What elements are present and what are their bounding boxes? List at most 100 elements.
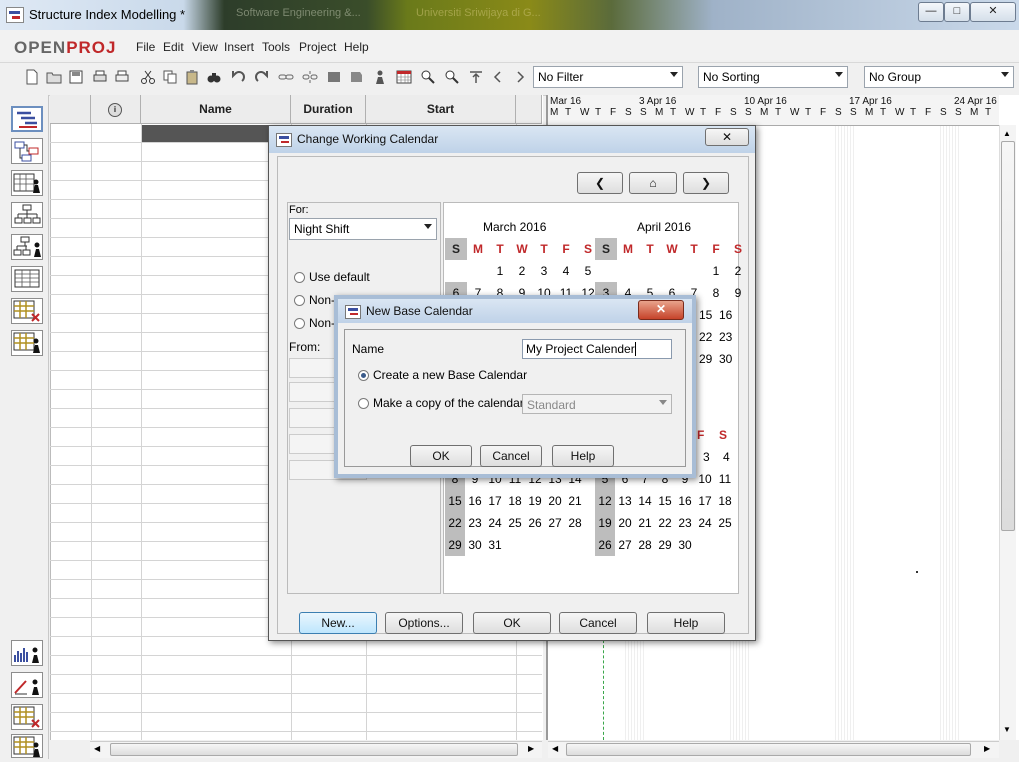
day-cell[interactable]: 8 xyxy=(705,282,727,304)
create-new-radio[interactable] xyxy=(358,370,369,381)
day-cell[interactable] xyxy=(715,534,735,556)
undo-icon[interactable] xyxy=(230,69,246,85)
cut-icon[interactable] xyxy=(140,69,156,85)
day-cell[interactable]: 10 xyxy=(695,468,715,490)
options-button[interactable]: Options... xyxy=(385,612,463,634)
start-column-header[interactable]: Start xyxy=(366,95,516,124)
day-cell[interactable]: 19 xyxy=(525,490,545,512)
day-cell[interactable]: 24 xyxy=(695,512,715,534)
day-cell[interactable]: 20 xyxy=(615,512,635,534)
day-cell[interactable] xyxy=(565,534,585,556)
day-cell[interactable]: 19 xyxy=(595,512,615,534)
scroll-down-arrow-icon[interactable]: ▼ xyxy=(1003,725,1011,734)
day-cell[interactable]: 14 xyxy=(635,490,655,512)
day-cell[interactable] xyxy=(661,260,683,282)
day-cell[interactable]: 23 xyxy=(719,330,732,344)
open-folder-icon[interactable] xyxy=(46,69,62,85)
day-cell[interactable] xyxy=(595,260,617,282)
day-cell[interactable]: 22 xyxy=(699,330,712,344)
day-cell[interactable]: 23 xyxy=(675,512,695,534)
next-arrow-icon[interactable] xyxy=(512,69,528,85)
menu-help[interactable]: Help xyxy=(344,40,369,54)
day-cell[interactable]: 25 xyxy=(715,512,735,534)
day-cell[interactable] xyxy=(545,534,565,556)
menu-edit[interactable]: Edit xyxy=(163,40,184,54)
scrollbar-thumb[interactable] xyxy=(566,743,971,756)
print-icon[interactable] xyxy=(92,69,108,85)
ok-button[interactable]: OK xyxy=(410,445,472,467)
new-calendar-button[interactable]: New... xyxy=(299,612,377,634)
day-cell[interactable]: 20 xyxy=(545,490,565,512)
day-cell[interactable] xyxy=(683,260,705,282)
background-tab-1[interactable]: Software Engineering &... xyxy=(236,7,361,19)
notes-icon[interactable] xyxy=(348,69,364,85)
cancel-button[interactable]: Cancel xyxy=(480,445,542,467)
day-cell[interactable]: 15 xyxy=(699,308,712,322)
scroll-right-arrow-icon[interactable]: ▶ xyxy=(528,744,534,753)
non-default-radio[interactable] xyxy=(294,318,305,329)
day-cell[interactable] xyxy=(695,534,715,556)
help-button[interactable]: Help xyxy=(552,445,614,467)
link-icon[interactable] xyxy=(278,69,294,85)
filter-select[interactable]: No Filter xyxy=(533,66,683,88)
day-cell[interactable]: 11 xyxy=(715,468,735,490)
gantt-horizontal-scrollbar[interactable]: ◀ ▶ xyxy=(548,741,999,758)
assign-resources-icon[interactable] xyxy=(372,69,388,85)
day-cell[interactable]: 16 xyxy=(465,490,485,512)
menu-view[interactable]: View xyxy=(192,40,218,54)
save-icon[interactable] xyxy=(68,69,84,85)
copy-calendar-select[interactable]: Standard xyxy=(522,394,672,414)
close-button[interactable]: ✕ xyxy=(970,2,1016,22)
scroll-to-task-icon[interactable] xyxy=(468,69,484,85)
resource-sheet-view-icon[interactable] xyxy=(11,170,43,196)
day-cell[interactable]: 12 xyxy=(595,490,615,512)
day-cell[interactable]: 16 xyxy=(675,490,695,512)
day-cell[interactable]: 3 xyxy=(703,450,710,464)
ok-button[interactable]: OK xyxy=(473,612,551,634)
day-cell[interactable]: 29 xyxy=(699,352,712,366)
unlink-icon[interactable] xyxy=(302,69,318,85)
day-cell[interactable] xyxy=(617,260,639,282)
calendar-name-input[interactable]: My Project Calender xyxy=(522,339,672,359)
day-cell[interactable]: 18 xyxy=(505,490,525,512)
minimize-button[interactable]: — xyxy=(918,2,944,22)
cancel-button[interactable]: Cancel xyxy=(559,612,637,634)
menu-project[interactable]: Project xyxy=(299,40,336,54)
maximize-button[interactable]: □ xyxy=(944,2,970,22)
dialog-close-button[interactable]: ✕ xyxy=(705,128,749,146)
day-cell[interactable] xyxy=(639,260,661,282)
day-cell[interactable]: 15 xyxy=(655,490,675,512)
previous-arrow-icon[interactable] xyxy=(490,69,506,85)
gantt-vertical-scrollbar[interactable]: ▲ ▼ xyxy=(999,125,1016,740)
scroll-right-arrow-icon[interactable]: ▶ xyxy=(984,744,990,753)
use-default-radio[interactable] xyxy=(294,272,305,283)
day-cell[interactable]: 30 xyxy=(719,352,732,366)
rbs-view-icon[interactable] xyxy=(11,234,43,260)
task-sheet-view-icon[interactable] xyxy=(11,266,43,292)
wbs-view-icon[interactable] xyxy=(11,202,43,228)
scrollbar-thumb[interactable] xyxy=(1001,141,1015,531)
zoom-out-icon[interactable] xyxy=(444,69,460,85)
make-copy-radio[interactable] xyxy=(358,398,369,409)
day-cell[interactable]: 4 xyxy=(555,260,577,282)
day-cell[interactable]: 29 xyxy=(445,534,465,556)
day-cell[interactable]: 2 xyxy=(511,260,533,282)
group-select[interactable]: No Group xyxy=(864,66,1014,88)
day-cell[interactable] xyxy=(445,260,467,282)
help-button[interactable]: Help xyxy=(647,612,725,634)
task-info-icon[interactable] xyxy=(326,69,342,85)
menu-insert[interactable]: Insert xyxy=(224,40,254,54)
print-preview-icon[interactable] xyxy=(114,69,130,85)
day-cell[interactable]: 15 xyxy=(445,490,465,512)
indicators-column-header[interactable]: i xyxy=(91,95,141,124)
today-button[interactable]: ⌂ xyxy=(629,172,677,194)
new-file-icon[interactable] xyxy=(24,69,40,85)
name-column-header[interactable]: Name xyxy=(141,95,291,124)
day-cell[interactable]: 22 xyxy=(655,512,675,534)
task-usage-view-icon[interactable] xyxy=(11,298,43,324)
day-cell[interactable] xyxy=(525,534,545,556)
dialog-close-button[interactable]: ✕ xyxy=(638,300,684,320)
find-icon[interactable] xyxy=(206,69,222,85)
day-cell[interactable]: 13 xyxy=(615,490,635,512)
scroll-left-arrow-icon[interactable]: ◀ xyxy=(552,744,558,753)
